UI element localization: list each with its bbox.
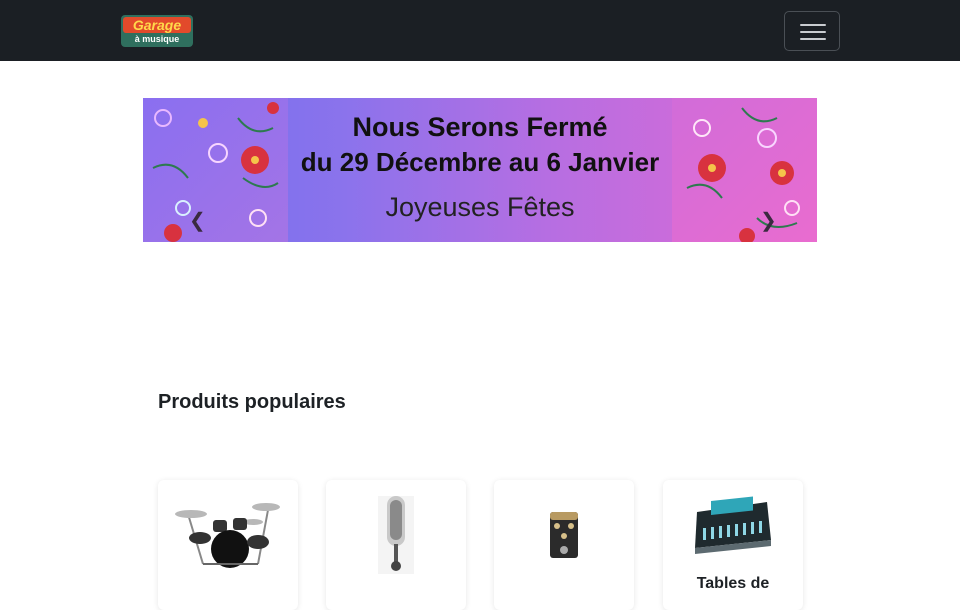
logo-graphic: Garage à musique: [121, 15, 193, 47]
chevron-right-icon[interactable]: ❯: [760, 208, 777, 233]
hamburger-icon-bar: [800, 38, 826, 40]
drum-kit-image: [175, 503, 280, 568]
banner-dates: du 29 Décembre au 6 Janvier: [300, 147, 660, 177]
floral-decoration-right: [672, 98, 817, 242]
product-card-mixing-console[interactable]: Tables de: [663, 480, 803, 610]
top-navbar: Garage à musique: [0, 0, 960, 61]
effects-pedal-image: [550, 512, 578, 558]
product-name: Tables de: [696, 575, 770, 592]
svg-text:à musique: à musique: [135, 34, 180, 44]
site-logo[interactable]: Garage à musique: [120, 13, 194, 49]
chevron-left-icon[interactable]: ❮: [189, 208, 206, 233]
mixing-console-image: [695, 496, 771, 554]
svg-text:Garage: Garage: [133, 17, 181, 33]
floral-decoration-left: [143, 98, 288, 242]
section-title-popular: Produits populaires: [158, 391, 346, 413]
hamburger-icon: [800, 24, 826, 26]
menu-toggle-button[interactable]: [784, 11, 840, 51]
product-card-microphone[interactable]: [326, 480, 466, 610]
promo-carousel[interactable]: Nous Serons Fermé du 29 Décembre au 6 Ja…: [143, 98, 817, 242]
microphone-image: [378, 496, 414, 574]
hamburger-icon-bar: [800, 31, 826, 33]
product-card-drum-kit[interactable]: [158, 480, 298, 610]
banner-headline: Nous Serons Fermé: [352, 112, 608, 142]
product-card-effects-pedal[interactable]: [494, 480, 634, 610]
banner-greeting: Joyeuses Fêtes: [385, 192, 575, 222]
